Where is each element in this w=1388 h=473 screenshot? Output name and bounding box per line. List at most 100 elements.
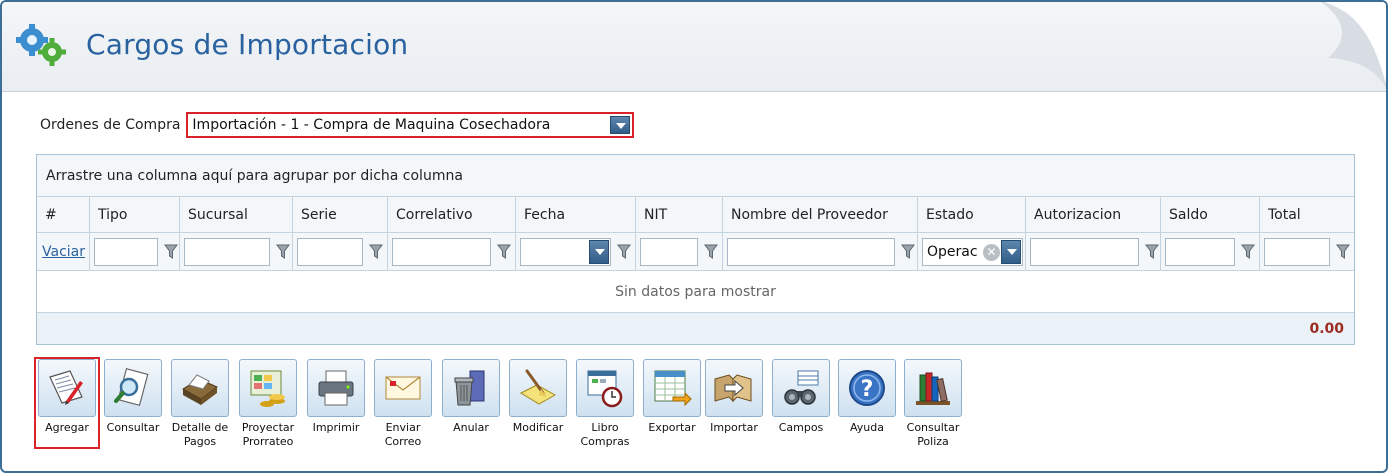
filter-select-fecha[interactable]	[520, 237, 611, 266]
filter-input-total[interactable]	[1264, 237, 1330, 266]
clear-filters-link[interactable]: Vaciar	[42, 244, 85, 260]
column-header-autorizacion[interactable]: Autorizacion	[1026, 197, 1161, 232]
payment-details-button-label: Detalle de Pagos	[171, 421, 229, 448]
purchase-order-label: Ordenes de Compra	[40, 117, 181, 133]
filter-input-sucursal[interactable]	[184, 237, 270, 266]
page-header: Cargos de Importacion	[2, 2, 1386, 92]
print-button-label: Imprimir	[312, 421, 360, 434]
column-header-correlativo[interactable]: Correlativo	[388, 197, 516, 232]
column-header-proveedor[interactable]: Nombre del Proveedor	[723, 197, 918, 232]
project-proration-button[interactable]: Proyectar Prorrateo	[237, 359, 299, 449]
project-proration-button-label: Proyectar Prorrateo	[241, 421, 295, 448]
search-document-icon	[114, 367, 149, 407]
column-header-serie[interactable]: Serie	[293, 197, 388, 232]
purchase-order-filter: Ordenes de Compra Importación - 1 - Comp…	[40, 112, 635, 138]
consult-button[interactable]: Consultar	[102, 359, 164, 435]
empty-data-row: Sin datos para mostrar	[37, 271, 1354, 313]
dropdown-arrow-icon[interactable]	[1001, 239, 1021, 264]
filter-funnel-icon[interactable]	[1241, 244, 1255, 260]
column-header-tipo[interactable]: Tipo	[90, 197, 180, 232]
filter-funnel-icon[interactable]	[1145, 244, 1159, 260]
grid-header-row: # Tipo Sucursal Serie Correlativo Fecha …	[37, 197, 1354, 233]
estado-filter-value: Operac	[927, 243, 978, 260]
filter-input-proveedor[interactable]	[727, 237, 895, 266]
dropdown-arrow-icon[interactable]	[589, 239, 609, 264]
add-button-label: Agregar	[45, 421, 89, 434]
send-email-button[interactable]: Enviar Correo	[372, 359, 434, 449]
app-window: Cargos de Importacion Ordenes de Compra …	[0, 0, 1388, 473]
binoculars-icon	[784, 370, 819, 405]
column-header-nit[interactable]: NIT	[636, 197, 723, 232]
page-title: Cargos de Importacion	[86, 28, 409, 61]
column-header-total[interactable]: Total	[1260, 197, 1354, 232]
page-curl-decoration	[1320, 2, 1386, 89]
view-policy-button[interactable]: Consultar Poliza	[902, 359, 964, 449]
filter-funnel-icon[interactable]	[1336, 244, 1350, 260]
empty-data-text: Sin datos para mostrar	[615, 283, 776, 300]
filter-funnel-icon[interactable]	[369, 244, 383, 260]
column-header-fecha[interactable]: Fecha	[516, 197, 636, 232]
filter-funnel-icon[interactable]	[497, 244, 511, 260]
help-icon: ?	[849, 370, 885, 406]
data-grid: Arrastre una columna aquí para agrupar p…	[36, 154, 1355, 345]
grid-footer-row: 0.00	[37, 313, 1354, 344]
modify-button-label: Modificar	[512, 421, 564, 434]
export-button-label: Exportar	[648, 421, 696, 434]
books-icon	[916, 372, 950, 405]
payments-icon	[182, 374, 218, 405]
edit-icon	[519, 369, 557, 405]
group-by-panel[interactable]: Arrastre una columna aquí para agrupar p…	[37, 155, 1354, 197]
filter-funnel-icon[interactable]	[164, 244, 178, 260]
column-header-saldo[interactable]: Saldo	[1161, 197, 1260, 232]
filter-funnel-icon[interactable]	[704, 244, 718, 260]
group-by-hint: Arrastre una columna aquí para agrupar p…	[46, 167, 463, 184]
filter-funnel-icon[interactable]	[901, 244, 915, 260]
modify-button[interactable]: Modificar	[507, 359, 569, 435]
filter-input-correlativo[interactable]	[392, 237, 491, 266]
fields-button[interactable]: Campos	[770, 359, 832, 435]
footer-total-value: 0.00	[1309, 320, 1344, 337]
mail-icon	[385, 376, 421, 400]
filter-input-saldo[interactable]	[1165, 237, 1235, 266]
print-button[interactable]: Imprimir	[305, 359, 367, 435]
purchase-order-select[interactable]: Importación - 1 - Compra de Maquina Cose…	[186, 112, 635, 138]
void-button[interactable]: Anular	[440, 359, 502, 435]
help-button[interactable]: ? Ayuda	[836, 359, 898, 435]
filter-input-tipo[interactable]	[94, 237, 158, 266]
filter-select-estado[interactable]: Operac ✕	[922, 237, 1023, 266]
column-header-sucursal[interactable]: Sucursal	[180, 197, 293, 232]
proration-icon	[250, 370, 285, 407]
import-button[interactable]: Importar	[703, 359, 765, 435]
filter-funnel-icon[interactable]	[276, 244, 290, 260]
column-header-estado[interactable]: Estado	[918, 197, 1026, 232]
filter-input-autorizacion[interactable]	[1030, 237, 1139, 266]
purchase-book-button[interactable]: Libro Compras	[574, 359, 636, 449]
filter-input-nit[interactable]	[640, 237, 698, 266]
add-button[interactable]: Agregar	[34, 357, 100, 449]
printer-icon	[318, 370, 354, 406]
import-icon	[714, 374, 752, 403]
add-document-icon	[49, 370, 83, 405]
send-email-button-label: Enviar Correo	[384, 421, 422, 448]
consult-button-label: Consultar	[106, 421, 160, 434]
void-button-label: Anular	[453, 421, 489, 434]
export-button[interactable]: Exportar	[641, 359, 703, 435]
payment-details-button[interactable]: Detalle de Pagos	[169, 359, 231, 449]
fields-button-label: Campos	[778, 421, 824, 434]
book-clock-icon	[587, 370, 623, 408]
trash-icon	[454, 370, 485, 406]
purchase-order-value: Importación - 1 - Compra de Maquina Cose…	[192, 117, 551, 133]
export-icon	[654, 370, 692, 407]
grid-filter-row: Vaciar Operac ✕	[37, 233, 1354, 271]
clear-selection-icon[interactable]: ✕	[983, 243, 1000, 261]
svg-text:?: ?	[861, 377, 874, 402]
import-button-label: Importar	[710, 421, 758, 434]
gears-icon	[16, 24, 66, 66]
filter-funnel-icon[interactable]	[617, 244, 631, 260]
dropdown-arrow-icon[interactable]	[610, 116, 631, 134]
help-button-label: Ayuda	[850, 421, 884, 434]
filter-input-serie[interactable]	[297, 237, 363, 266]
purchase-book-button-label: Libro Compras	[580, 421, 630, 448]
column-header-number[interactable]: #	[37, 197, 90, 232]
view-policy-button-label: Consultar Poliza	[906, 421, 960, 448]
